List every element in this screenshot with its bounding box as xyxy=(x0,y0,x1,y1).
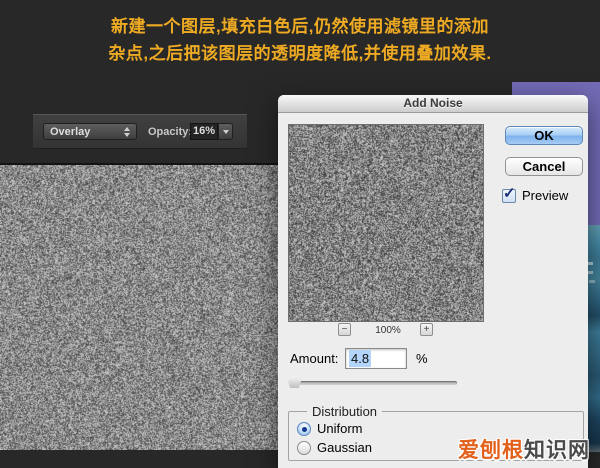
dialog-titlebar[interactable]: Add Noise xyxy=(278,95,588,113)
amount-input[interactable]: 4.8 xyxy=(345,348,407,369)
dialog-title: Add Noise xyxy=(403,96,462,110)
tutorial-note-line2: 杂点,之后把该图层的透明度降低,并使用叠加效果. xyxy=(0,40,600,67)
amount-label: Amount: xyxy=(290,351,338,366)
amount-value-selected: 4.8 xyxy=(349,350,371,367)
checkbox-checked-icon: ✓ xyxy=(502,189,516,203)
zoom-level: 100% xyxy=(363,325,413,336)
tutorial-note-line1: 新建一个图层,填充白色后,仍然使用滤镜里的添加 xyxy=(0,13,600,40)
cancel-button[interactable]: Cancel xyxy=(505,157,583,176)
radio-selected-icon xyxy=(297,422,311,436)
triangle-down-icon xyxy=(223,130,229,134)
tutorial-note: 新建一个图层,填充白色后,仍然使用滤镜里的添加 杂点,之后把该图层的透明度降低,… xyxy=(0,13,600,67)
opacity-input[interactable]: 16% xyxy=(190,123,218,140)
watermark-rest: 知识网 xyxy=(524,439,590,462)
add-noise-dialog: Add Noise − 100% + OK Cancel ✓ Preview A… xyxy=(278,95,588,468)
zoom-in-button[interactable]: + xyxy=(420,323,433,336)
noise-preview-canvas xyxy=(289,125,483,321)
amount-slider-track[interactable] xyxy=(295,381,457,385)
radio-uniform-label: Uniform xyxy=(317,421,363,436)
updown-arrows-icon xyxy=(124,127,130,137)
opacity-label: Opacity: xyxy=(148,126,192,138)
preview-label: Preview xyxy=(522,188,568,203)
percent-sign: % xyxy=(416,351,428,366)
screenshot-root: 新建一个图层,填充白色后,仍然使用滤镜里的添加 杂点,之后把该图层的透明度降低,… xyxy=(0,0,600,468)
blend-mode-select[interactable]: Overlay xyxy=(43,123,137,140)
blend-mode-value: Overlay xyxy=(50,126,90,138)
watermark-highlight: 爱刨根 xyxy=(458,439,524,462)
noise-preview[interactable] xyxy=(288,124,484,322)
check-icon: ✓ xyxy=(503,184,516,202)
noise-layer-texture xyxy=(0,163,283,450)
distribution-legend: Distribution xyxy=(307,404,382,419)
amount-slider-thumb[interactable] xyxy=(288,376,301,388)
layers-options-bar: Overlay Opacity: 16% xyxy=(33,114,247,149)
radio-unselected-icon xyxy=(297,441,311,455)
background-photo-edge xyxy=(586,225,600,452)
noise-canvas xyxy=(0,165,283,450)
preview-checkbox[interactable]: ✓ Preview xyxy=(502,188,568,203)
zoom-out-button[interactable]: − xyxy=(338,323,351,336)
opacity-dropdown-button[interactable] xyxy=(218,123,233,140)
ok-button[interactable]: OK xyxy=(505,126,583,145)
watermark: 爱刨根知识网 xyxy=(458,434,590,464)
radio-gaussian-label: Gaussian xyxy=(317,440,372,455)
